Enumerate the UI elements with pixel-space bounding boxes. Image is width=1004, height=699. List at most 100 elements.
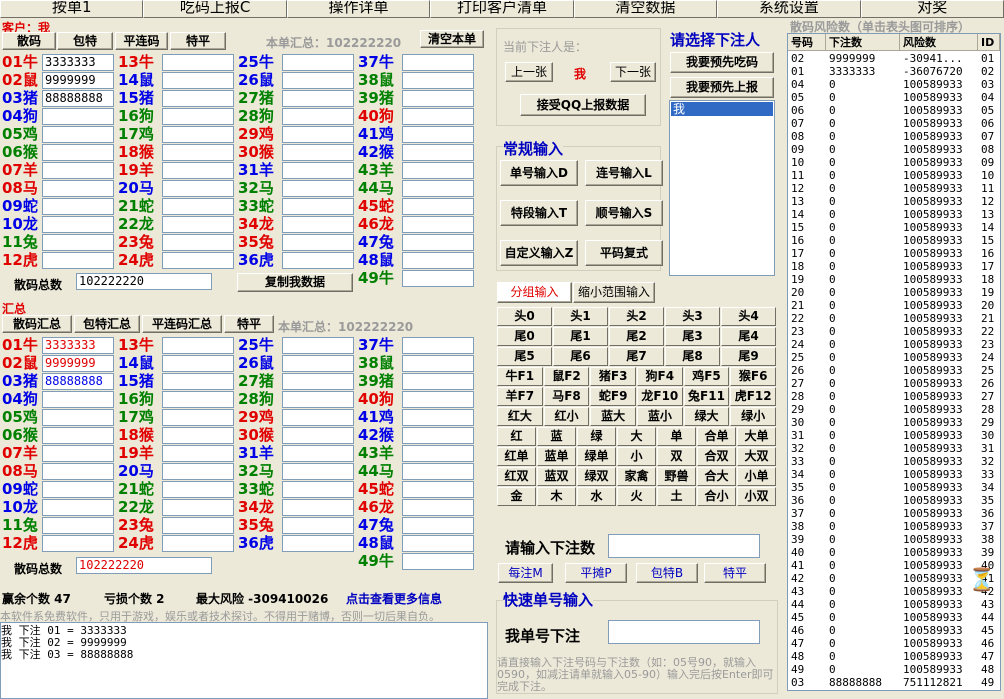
table-row[interactable]: 49 0 100589933 48 [788,663,1000,676]
tab-4[interactable]: 清空数据 [573,0,718,18]
table-row[interactable]: 13 0 100589933 12 [788,195,1000,208]
bottom-num-input[interactable] [282,445,354,462]
regular-btn-5[interactable]: 平码复式 [585,240,663,266]
regular-btn-4[interactable]: 自定义输入Z [500,240,578,266]
table-row[interactable]: 40 0 100589933 39 [788,546,1000,559]
bottom-tool-0[interactable]: 散码汇总 [2,315,72,333]
bottom-tool-2[interactable]: 平连码汇总 [142,315,222,333]
keypad-key[interactable]: 小双 [737,487,776,506]
bottom-num-input[interactable] [402,337,474,354]
bottom-num-input[interactable] [162,427,234,444]
prev-button[interactable]: 上一张 [505,62,553,82]
keypad-key[interactable]: 头3 [665,307,720,326]
bottom-num-input[interactable] [162,337,234,354]
top-num-input[interactable] [402,198,474,215]
regular-btn-2[interactable]: 特段输入T [500,200,578,226]
top-sancode-total-field[interactable]: 102222220 [76,273,212,290]
table-row[interactable]: 39 0 100589933 38 [788,533,1000,546]
keypad-key[interactable]: 野兽 [657,467,696,486]
top-num-input[interactable] [282,180,354,197]
table-row[interactable]: 32 0 100589933 31 [788,442,1000,455]
bottom-num-input[interactable]: 88888888 [42,373,114,390]
keypad-key[interactable]: 土 [657,487,696,506]
top-num-input[interactable] [42,162,114,179]
bottom-num-input[interactable] [402,535,474,552]
bet-btn-3[interactable]: 特平 [704,563,766,583]
more-info-link[interactable]: 点击查看更多信息 [346,590,442,607]
keypad-key[interactable]: 红 [497,427,536,446]
top-num-input[interactable] [402,234,474,251]
bottom-num-input[interactable] [402,481,474,498]
top-num-input[interactable] [162,180,234,197]
top-num-input[interactable] [402,162,474,179]
table-row[interactable]: 46 0 100589933 45 [788,624,1000,637]
table-row[interactable]: 37 0 100589933 36 [788,507,1000,520]
top-num-input[interactable] [282,252,354,269]
top-num-input[interactable] [162,54,234,71]
keypad-key[interactable]: 尾6 [553,347,608,366]
table-row[interactable]: 08 0 100589933 07 [788,130,1000,143]
table-row[interactable]: 07 0 100589933 06 [788,117,1000,130]
table-row[interactable]: 23 0 100589933 22 [788,325,1000,338]
top-num-input[interactable] [282,198,354,215]
keypad-key[interactable]: 大双 [737,447,776,466]
tab-narrow-input[interactable]: 缩小范围输入 [573,282,655,303]
table-row[interactable]: 35 0 100589933 34 [788,481,1000,494]
keypad-key[interactable]: 兔F11 [683,387,730,406]
top-num-input[interactable] [402,72,474,89]
bottom-tool-3[interactable]: 特平 [224,315,274,333]
bottom-num-input[interactable]: 9999999 [42,355,114,372]
top-num-input[interactable]: 88888888 [42,90,114,107]
top-num-input[interactable] [282,126,354,143]
tab-3[interactable]: 打印客户清单 [430,0,574,18]
bettor-list-item[interactable]: 我 [671,102,773,116]
table-row[interactable]: 25 0 100589933 24 [788,351,1000,364]
clear-order-button[interactable]: 清空本单 [420,30,484,48]
keypad-key[interactable]: 红单 [497,447,536,466]
top-num-input[interactable] [42,108,114,125]
bottom-num-input[interactable] [402,445,474,462]
bottom-num-input[interactable] [42,463,114,480]
bottom-num-input[interactable] [42,517,114,534]
bottom-num-input[interactable] [282,409,354,426]
top-num-input[interactable] [402,144,474,161]
keypad-key[interactable]: 合大 [697,467,736,486]
keypad-key[interactable]: 绿 [577,427,616,446]
bottom-num-input[interactable] [282,391,354,408]
top-num-input[interactable] [282,144,354,161]
top-num-input[interactable] [42,180,114,197]
top-num-input[interactable] [282,90,354,107]
keypad-key[interactable]: 马F8 [543,387,590,406]
top-num-input[interactable] [402,216,474,233]
bettor-list[interactable]: 我 [669,100,775,276]
tab-2[interactable]: 操作详单 [286,0,431,18]
keypad-key[interactable]: 猪F3 [590,367,636,386]
top-num-input[interactable] [162,252,234,269]
accept-qq-button[interactable]: 接受QQ上报数据 [520,94,646,116]
keypad-key[interactable]: 金 [497,487,536,506]
table-row[interactable]: 34 0 100589933 33 [788,468,1000,481]
keypad-key[interactable]: 小单 [737,467,776,486]
table-row[interactable]: 15 0 100589933 14 [788,221,1000,234]
top-num-input[interactable] [402,90,474,107]
table-row[interactable]: 05 0 100589933 04 [788,91,1000,104]
bottom-num-input[interactable] [162,481,234,498]
top-num-input[interactable] [42,252,114,269]
bottom-num-input[interactable] [402,373,474,390]
bottom-num-input[interactable] [282,463,354,480]
bottom-num-input[interactable] [282,337,354,354]
bet-amount-input[interactable] [608,534,760,558]
top-num-input[interactable] [162,162,234,179]
table-row[interactable]: 20 0 100589933 19 [788,286,1000,299]
keypad-key[interactable]: 鸡F5 [683,367,730,386]
top-num-input[interactable] [282,234,354,251]
keypad-key[interactable]: 蓝双 [537,467,576,486]
top-num-input[interactable] [42,126,114,143]
keypad-key[interactable]: 合小 [697,487,736,506]
bottom-num-input[interactable] [42,499,114,516]
keypad-key[interactable]: 绿单 [577,447,616,466]
table-row[interactable]: 27 0 100589933 26 [788,377,1000,390]
table-row[interactable]: 24 0 100589933 23 [788,338,1000,351]
top-num-input[interactable]: 3333333 [42,54,114,71]
keypad-key[interactable]: 龙F10 [637,387,683,406]
